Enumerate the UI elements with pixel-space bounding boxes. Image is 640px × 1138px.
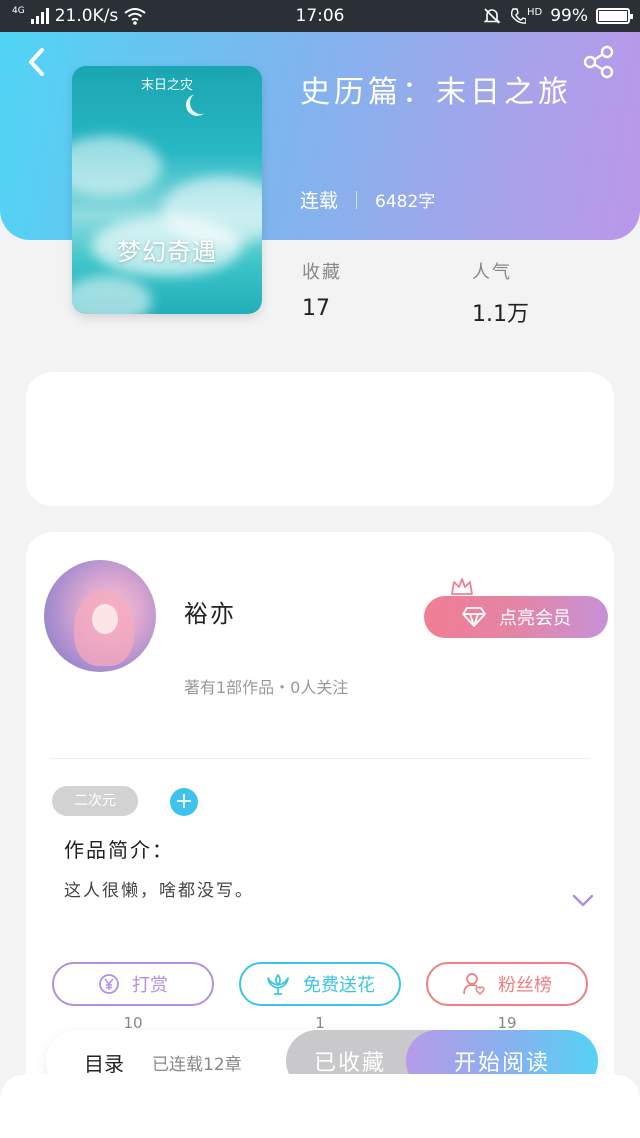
reward-button[interactable]: 打赏 — [52, 962, 214, 1006]
serial-status: 连载 — [300, 190, 339, 212]
reward-label: 打赏 — [132, 975, 168, 996]
yen-coin-icon — [99, 974, 119, 994]
back-arrow-icon[interactable] — [22, 44, 54, 80]
word-count: 6482字 — [375, 192, 436, 212]
blank-card — [26, 372, 614, 506]
book-title: 史历篇：末日之旅 — [300, 75, 572, 110]
stat-favorites: 收藏 17 — [302, 258, 342, 321]
meta-divider — [356, 190, 358, 209]
crown-icon — [451, 578, 473, 595]
flower-icon — [267, 974, 289, 995]
diamond-icon — [462, 607, 486, 627]
send-flower-label: 免费送花 — [303, 975, 375, 996]
fan-ranking-button[interactable]: 粉丝榜 — [426, 962, 588, 1006]
battery-icon — [596, 8, 633, 24]
vip-label: 点亮会员 — [499, 608, 571, 629]
author-summary: 著有1部作品・0人关注 — [184, 678, 349, 697]
chevron-down-icon[interactable] — [572, 894, 594, 908]
status-bar: 4G 21.0K/s 17:06 HD 99% — [0, 0, 640, 32]
divider — [50, 758, 590, 759]
stat-label: 人气 — [472, 262, 512, 283]
author-avatar[interactable] — [44, 560, 156, 672]
book-cover[interactable]: 末日之灾 梦幻奇遇 — [72, 66, 262, 314]
battery-percent: 99% — [550, 6, 588, 26]
author-name[interactable]: 裕亦 — [184, 594, 236, 629]
intro-heading: 作品简介： — [64, 838, 174, 862]
vip-button[interactable]: 点亮会员 — [424, 596, 608, 638]
cover-title: 梦幻奇遇 — [117, 238, 217, 266]
fan-ranking-label: 粉丝榜 — [498, 975, 552, 996]
stat-value: 1.1万 — [472, 302, 529, 327]
fan-person-icon — [463, 973, 485, 996]
stat-value: 17 — [302, 296, 330, 321]
send-flower-button[interactable]: 免费送花 — [239, 962, 401, 1006]
cover-subtitle: 末日之灾 — [140, 78, 193, 93]
mute-bell-icon — [483, 8, 501, 24]
add-tag-button[interactable]: + — [170, 788, 198, 816]
book-meta: 连载 6482字 — [300, 186, 435, 213]
tag-chip[interactable]: 二次元 — [52, 786, 138, 816]
stat-label: 收藏 — [302, 262, 342, 283]
hd-call-icon: HD — [510, 7, 542, 25]
intro-text: 这人很懒，啥都没写。 — [64, 881, 254, 901]
stat-popularity: 人气 1.1万 — [472, 258, 529, 328]
bottom-panel-edge — [0, 1074, 640, 1138]
